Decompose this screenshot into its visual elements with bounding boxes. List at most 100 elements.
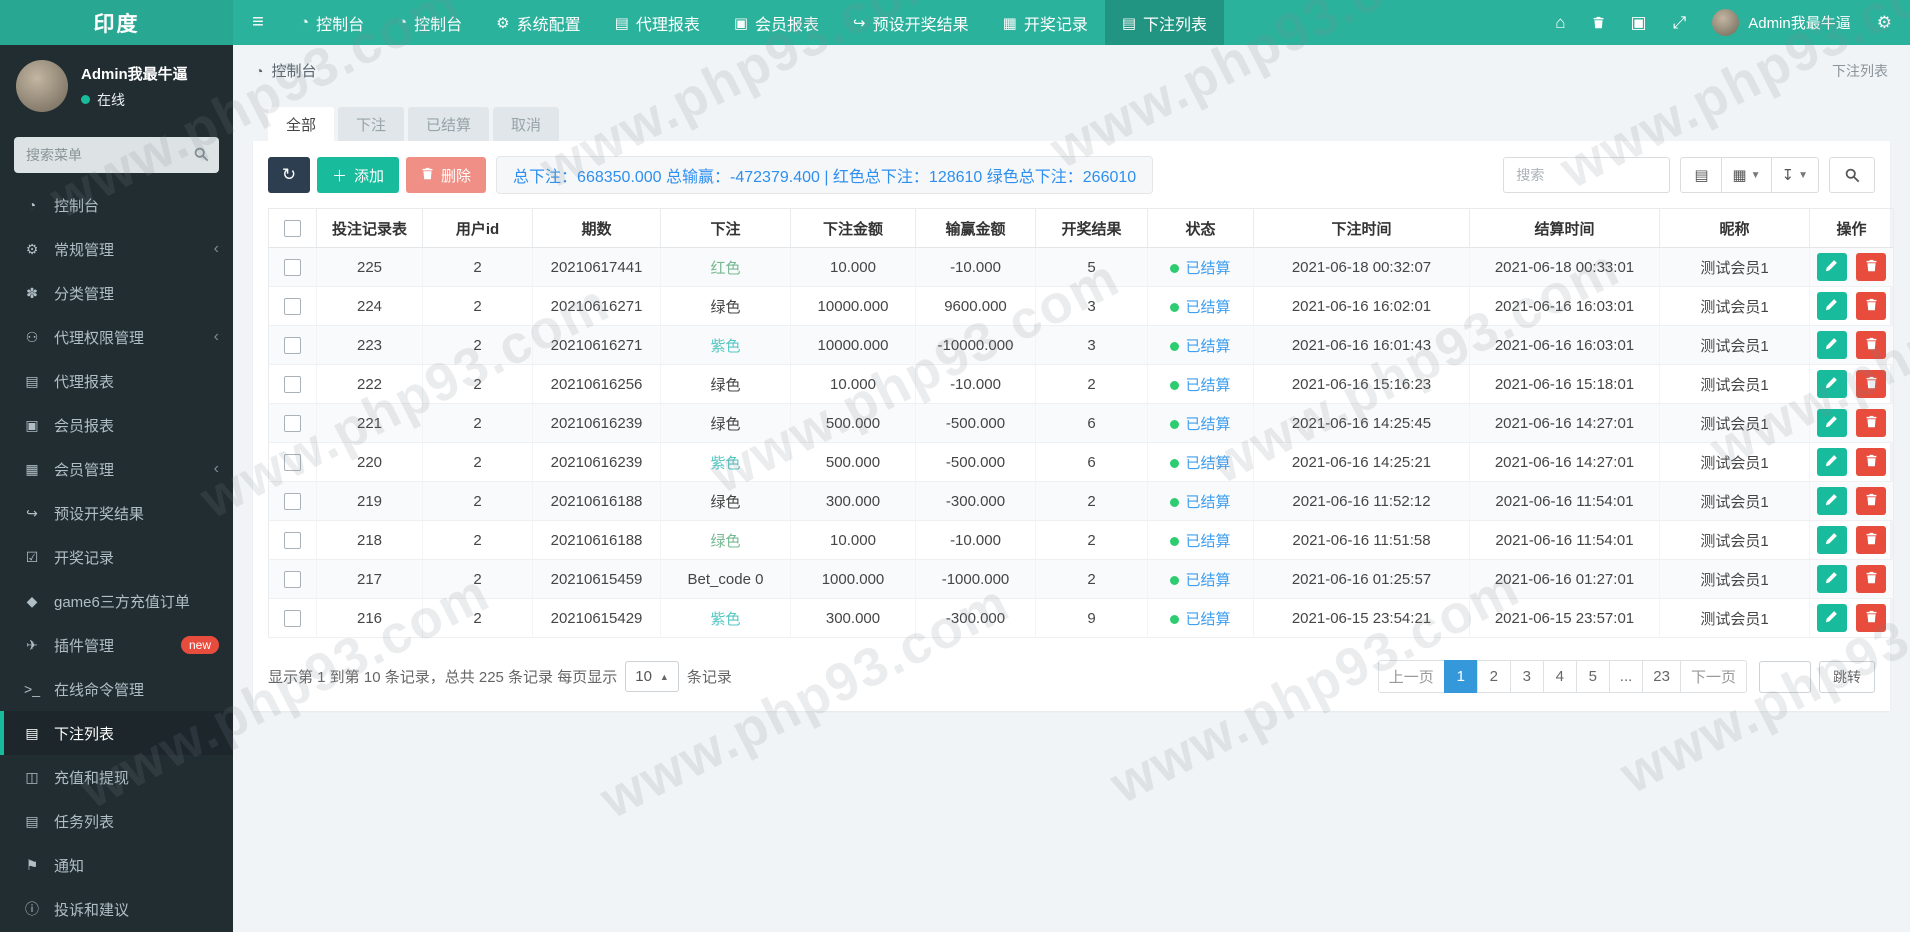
edit-button[interactable] xyxy=(1816,331,1847,359)
tab-3[interactable]: 取消 xyxy=(493,107,560,141)
columns-button[interactable]: ▦ ▼ xyxy=(1722,157,1772,193)
sidebar-item[interactable]: >_ 在线命令管理 xyxy=(0,667,233,711)
sidebar-item[interactable]: ↪ 预设开奖结果 xyxy=(0,491,233,535)
row-checkbox[interactable] xyxy=(284,414,301,432)
jump-button[interactable]: 跳转 xyxy=(1819,660,1875,693)
row-checkbox[interactable] xyxy=(284,570,301,588)
nav-item[interactable]: ▣ 会员报表 xyxy=(717,0,836,45)
page-button[interactable]: 23 xyxy=(1642,660,1681,693)
edit-button[interactable] xyxy=(1816,487,1847,515)
page-button[interactable]: 1 xyxy=(1443,660,1478,693)
edit-button[interactable] xyxy=(1816,409,1847,437)
row-checkbox[interactable] xyxy=(284,258,301,276)
nav-item[interactable]: ◔ 控制台 xyxy=(381,0,479,45)
column-header[interactable]: 下注时间 xyxy=(1253,208,1470,248)
sidebar-item[interactable]: ☑ 开奖记录 xyxy=(0,535,233,579)
sidebar-item[interactable]: ▣ 会员报表 xyxy=(0,403,233,447)
nav-item[interactable]: ▤ 下注列表 xyxy=(1104,0,1225,45)
row-checkbox[interactable] xyxy=(284,375,301,393)
nav-item[interactable]: ▦ 开奖记录 xyxy=(986,0,1105,45)
column-header[interactable]: 昵称 xyxy=(1659,208,1810,248)
column-header[interactable]: 状态 xyxy=(1147,208,1254,248)
delete-row-button[interactable] xyxy=(1856,292,1887,320)
cache-icon[interactable]: ▣ xyxy=(1631,13,1647,33)
sidebar-item[interactable]: ✽ 分类管理 xyxy=(0,271,233,315)
jump-page-input[interactable] xyxy=(1759,660,1811,693)
sidebar-item[interactable]: ▤ 下注列表 xyxy=(0,711,233,755)
delete-row-button[interactable] xyxy=(1856,487,1887,515)
nav-item[interactable]: ⚙ 系统配置 xyxy=(479,0,597,45)
sidebar-item[interactable]: ✈ 插件管理 new xyxy=(0,623,233,667)
user-menu[interactable]: Admin我最牛逼 xyxy=(1712,9,1851,36)
edit-button[interactable] xyxy=(1816,370,1847,398)
add-button[interactable]: ＋添加 xyxy=(317,157,400,193)
sidebar-item[interactable]: ▤ 任务列表 xyxy=(0,799,233,843)
column-header[interactable]: 结算时间 xyxy=(1469,208,1660,248)
edit-button[interactable] xyxy=(1816,604,1847,632)
delete-row-button[interactable] xyxy=(1856,370,1887,398)
column-header[interactable]: 期数 xyxy=(532,208,661,248)
prev-page-button[interactable]: 上一页 xyxy=(1377,660,1445,693)
sidebar-item[interactable]: ▦ 会员管理 ‹ xyxy=(0,447,233,491)
column-header[interactable]: 开奖结果 xyxy=(1035,208,1148,248)
column-header[interactable]: 操作 xyxy=(1809,208,1894,248)
export-button[interactable]: ↧ ▼ xyxy=(1771,157,1819,193)
column-header[interactable]: 下注金额 xyxy=(790,208,916,248)
page-button[interactable]: 4 xyxy=(1542,660,1577,693)
delete-row-button[interactable] xyxy=(1856,604,1887,632)
edit-button[interactable] xyxy=(1816,253,1847,281)
tab-1[interactable]: 下注 xyxy=(338,107,405,141)
select-all-checkbox[interactable] xyxy=(284,219,301,237)
edit-button[interactable] xyxy=(1816,526,1847,554)
breadcrumb[interactable]: ◔ 控制台 xyxy=(255,60,316,81)
sidebar-item[interactable]: ⚇ 代理权限管理 ‹ xyxy=(0,315,233,359)
home-icon[interactable]: ⌂ xyxy=(1555,13,1565,33)
tab-0[interactable]: 全部 xyxy=(268,107,335,141)
refresh-button[interactable]: ↻ xyxy=(268,157,310,193)
sidebar-item[interactable]: ▤ 代理报表 xyxy=(0,359,233,403)
next-page-button[interactable]: 下一页 xyxy=(1679,660,1747,693)
row-checkbox[interactable] xyxy=(284,492,301,510)
nav-item[interactable]: ◔ 控制台 xyxy=(283,0,381,45)
sidebar-item[interactable]: ⓘ 投诉和建议 xyxy=(0,887,233,931)
trash-icon[interactable] xyxy=(1592,16,1605,29)
gear-icon[interactable]: ⚙ xyxy=(1877,13,1892,33)
row-checkbox[interactable] xyxy=(284,609,301,627)
page-button[interactable]: 5 xyxy=(1575,660,1610,693)
search-button[interactable] xyxy=(1829,157,1875,193)
sidebar-item[interactable]: ⚙ 常规管理 ‹ xyxy=(0,227,233,271)
page-button[interactable]: 3 xyxy=(1509,660,1544,693)
row-checkbox[interactable] xyxy=(284,336,301,354)
delete-row-button[interactable] xyxy=(1856,565,1887,593)
delete-row-button[interactable] xyxy=(1856,526,1887,554)
delete-row-button[interactable] xyxy=(1856,253,1887,281)
page-button[interactable]: 2 xyxy=(1476,660,1511,693)
column-header[interactable]: 用户id xyxy=(422,208,533,248)
edit-button[interactable] xyxy=(1816,448,1847,476)
fullscreen-icon[interactable]: ⤢ xyxy=(1673,13,1687,33)
menu-toggle-icon[interactable]: ≡ xyxy=(233,0,283,45)
sidebar-item[interactable]: ◔ 控制台 xyxy=(0,183,233,227)
edit-button[interactable] xyxy=(1816,565,1847,593)
toggle-view-button[interactable]: ▤ xyxy=(1680,157,1723,193)
column-header[interactable]: 投注记录表 xyxy=(316,208,423,248)
column-header[interactable]: 下注 xyxy=(660,208,791,248)
delete-button[interactable]: 删除 xyxy=(406,157,487,193)
sidebar-item[interactable]: ⚑ 通知 xyxy=(0,843,233,887)
page-size-select[interactable]: 10 ▲ xyxy=(625,661,679,692)
nav-item[interactable]: ↪ 预设开奖结果 xyxy=(836,0,986,45)
edit-button[interactable] xyxy=(1816,292,1847,320)
row-checkbox[interactable] xyxy=(284,531,301,549)
table-search-input[interactable] xyxy=(1503,157,1671,193)
sidebar-item[interactable]: ◫ 充值和提现 xyxy=(0,755,233,799)
delete-row-button[interactable] xyxy=(1856,331,1887,359)
sidebar-search-input[interactable] xyxy=(14,137,219,173)
delete-row-button[interactable] xyxy=(1856,409,1887,437)
brand-logo[interactable]: 印度 xyxy=(0,0,233,45)
row-checkbox[interactable] xyxy=(284,453,301,471)
tab-2[interactable]: 已结算 xyxy=(408,107,490,141)
delete-row-button[interactable] xyxy=(1856,448,1887,476)
sidebar-item[interactable]: ◆ game6三方充值订单 xyxy=(0,579,233,623)
column-header[interactable]: 输赢金额 xyxy=(915,208,1036,248)
nav-item[interactable]: ▤ 代理报表 xyxy=(598,0,717,45)
